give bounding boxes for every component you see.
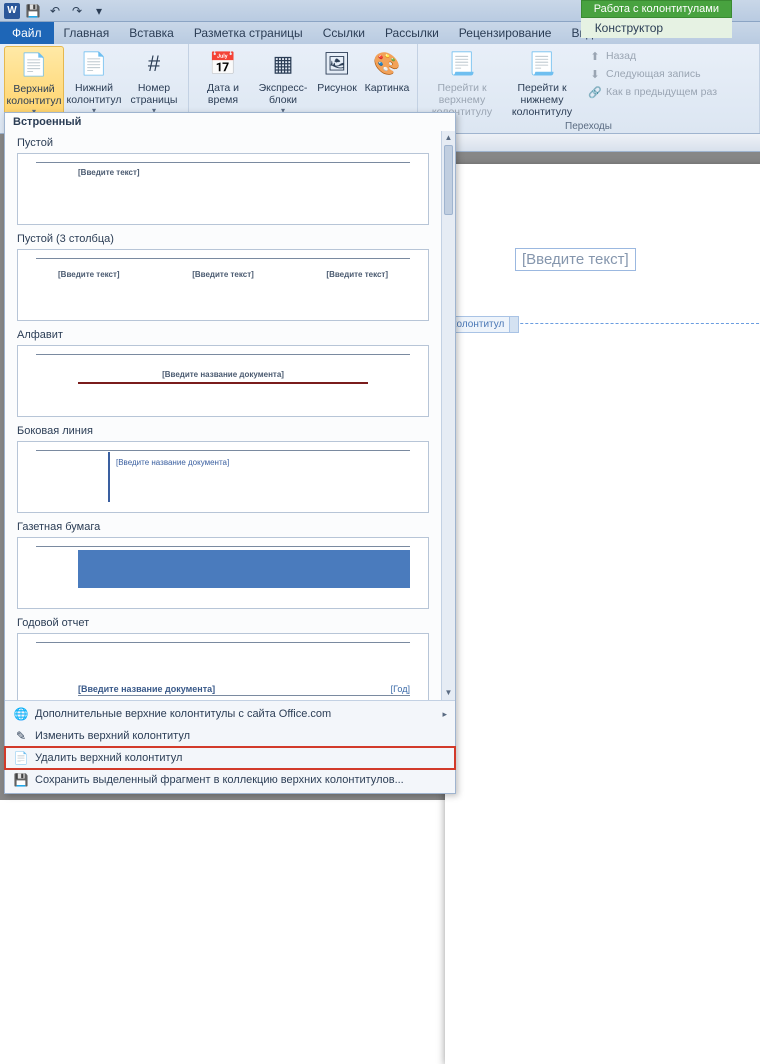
horizontal-ruler[interactable] [445, 134, 760, 152]
redo-icon[interactable]: ↷ [68, 2, 86, 20]
footer-label: Нижний колонтитул [67, 82, 122, 106]
quick-parts-button[interactable]: ▦ Экспресс-блоки [253, 46, 313, 117]
date-time-button[interactable]: 📅 Дата и время [193, 46, 253, 117]
header-label: Верхний колонтитул [7, 83, 62, 107]
gallery-more-label: Дополнительные верхние колонтитулы с сай… [35, 708, 331, 720]
gallery-item-annual[interactable]: [Введите название документа] [Год] [17, 633, 429, 700]
gallery-item-label: Годовой отчет [11, 615, 435, 631]
clipart-label: Картинка [365, 82, 410, 94]
goto-header-button: 📃 Перейти к верхнему колонтитулу [422, 46, 502, 120]
contextual-tab-group: Работа с колонтитулами Конструктор [581, 0, 732, 38]
header-placeholder[interactable]: [Введите текст] [515, 248, 636, 271]
gallery-scrollbar[interactable]: ▲ ▼ [441, 131, 455, 700]
next-label: Следующая запись [606, 68, 701, 80]
header-button[interactable]: 📄 Верхний колонтитул [4, 46, 64, 119]
gallery-item-label: Газетная бумага [11, 519, 435, 535]
gallery-item-newsprint[interactable] [17, 537, 429, 609]
gallery-item-sideline[interactable]: [Введите название документа] [17, 441, 429, 513]
calendar-icon: 📅 [207, 48, 239, 80]
gallery-more-office[interactable]: 🌐 Дополнительные верхние колонтитулы с с… [5, 703, 455, 725]
gallery-edit-label: Изменить верхний колонтитул [35, 730, 190, 742]
gallery-section-builtin: Встроенный [5, 113, 455, 131]
goto-header-icon: 📃 [446, 48, 478, 80]
header-icon: 📄 [18, 49, 50, 81]
header-gallery: Встроенный Пустой [Введите текст] Пустой… [4, 112, 456, 794]
scroll-up-icon[interactable]: ▲ [442, 131, 455, 145]
next-icon: ⬇ [588, 67, 602, 81]
blocks-icon: ▦ [267, 48, 299, 80]
gallery-item-label: Боковая линия [11, 423, 435, 439]
gallery-footer: 🌐 Дополнительные верхние колонтитулы с с… [5, 700, 455, 793]
thumb-placeholder: [Введите название документа] [78, 684, 215, 694]
header-badge: колонтитул [445, 316, 519, 333]
date-time-label: Дата и время [197, 82, 249, 106]
previous-label: Назад [606, 50, 636, 62]
group-navigation-label: Переходы [418, 121, 759, 132]
tab-insert[interactable]: Вставка [119, 22, 184, 44]
tab-design[interactable]: Конструктор [581, 18, 732, 38]
contextual-tab-title: Работа с колонтитулами [581, 0, 732, 18]
gallery-item-blank[interactable]: [Введите текст] [17, 153, 429, 225]
page-header-region[interactable]: [Введите текст] колонтитул [445, 164, 760, 324]
tab-file[interactable]: Файл [0, 22, 54, 44]
clipart-button[interactable]: 🎨 Картинка [361, 46, 413, 117]
gallery-scroll: Пустой [Введите текст] Пустой (3 столбца… [5, 131, 455, 700]
goto-footer-button[interactable]: 📃 Перейти к нижнему колонтитулу [502, 46, 582, 120]
gallery-save-label: Сохранить выделенный фрагмент в коллекци… [35, 774, 404, 786]
gallery-save-selection[interactable]: 💾 Сохранить выделенный фрагмент в коллек… [5, 769, 455, 791]
picture-label: Рисунок [317, 82, 357, 94]
tab-page-layout[interactable]: Разметка страницы [184, 22, 313, 44]
thumb-placeholder: [Введите текст] [192, 270, 254, 279]
page-number-button[interactable]: # Номер страницы [124, 46, 184, 119]
group-navigation: 📃 Перейти к верхнему колонтитулу 📃 Перей… [418, 44, 760, 133]
thumb-placeholder: [Введите текст] [78, 168, 140, 177]
gallery-remove-label: Удалить верхний колонтитул [35, 752, 182, 764]
next-button: ⬇ Следующая запись [586, 66, 719, 82]
edit-icon: ✎ [13, 728, 29, 744]
page: [Введите текст] колонтитул [445, 164, 760, 1064]
clipart-icon: 🎨 [371, 48, 403, 80]
tab-review[interactable]: Рецензирование [449, 22, 562, 44]
tab-mailings[interactable]: Рассылки [375, 22, 449, 44]
hash-icon: # [138, 48, 170, 80]
link-previous-button: 🔗 Как в предыдущем раз [586, 84, 719, 100]
thumb-year: [Год] [391, 684, 410, 694]
remove-icon: 📄 [13, 750, 29, 766]
picture-icon: 🖼 [321, 48, 353, 80]
scrollbar-thumb[interactable] [444, 145, 453, 215]
office-icon: 🌐 [13, 706, 29, 722]
gallery-item-label: Пустой [11, 135, 435, 151]
quick-parts-label: Экспресс-блоки [257, 82, 309, 106]
save-selection-icon: 💾 [13, 772, 29, 788]
link-icon: 🔗 [588, 85, 602, 99]
app-icon: W [4, 3, 20, 19]
goto-footer-label: Перейти к нижнему колонтитулу [506, 82, 578, 118]
previous-button: ⬆ Назад [586, 48, 719, 64]
footer-icon: 📄 [78, 48, 110, 80]
scroll-down-icon[interactable]: ▼ [442, 686, 455, 700]
ribbon-tabs: Файл Главная Вставка Разметка страницы С… [0, 22, 760, 44]
undo-icon[interactable]: ↶ [46, 2, 64, 20]
gallery-remove-header[interactable]: 📄 Удалить верхний колонтитул [5, 747, 455, 769]
gallery-item-label: Алфавит [11, 327, 435, 343]
footer-button[interactable]: 📄 Нижний колонтитул [64, 46, 124, 119]
page-number-label: Номер страницы [128, 82, 180, 106]
link-previous-label: Как в предыдущем раз [606, 86, 717, 98]
thumb-placeholder: [Введите название документа] [162, 370, 284, 379]
gallery-edit-header[interactable]: ✎ Изменить верхний колонтитул [5, 725, 455, 747]
thumb-placeholder: [Введите текст] [326, 270, 388, 279]
qat-customize-icon[interactable]: ▾ [90, 2, 108, 20]
thumb-placeholder: [Введите название документа] [116, 458, 229, 467]
thumb-placeholder: [Введите текст] [58, 270, 120, 279]
goto-footer-icon: 📃 [526, 48, 558, 80]
gallery-item-alphabet[interactable]: [Введите название документа] [17, 345, 429, 417]
gallery-item-label: Пустой (3 столбца) [11, 231, 435, 247]
save-icon[interactable]: 💾 [24, 2, 42, 20]
prev-icon: ⬆ [588, 49, 602, 63]
picture-button[interactable]: 🖼 Рисунок [313, 46, 361, 117]
tab-references[interactable]: Ссылки [313, 22, 375, 44]
gallery-item-blank-3col[interactable]: [Введите текст] [Введите текст] [Введите… [17, 249, 429, 321]
tab-home[interactable]: Главная [54, 22, 120, 44]
